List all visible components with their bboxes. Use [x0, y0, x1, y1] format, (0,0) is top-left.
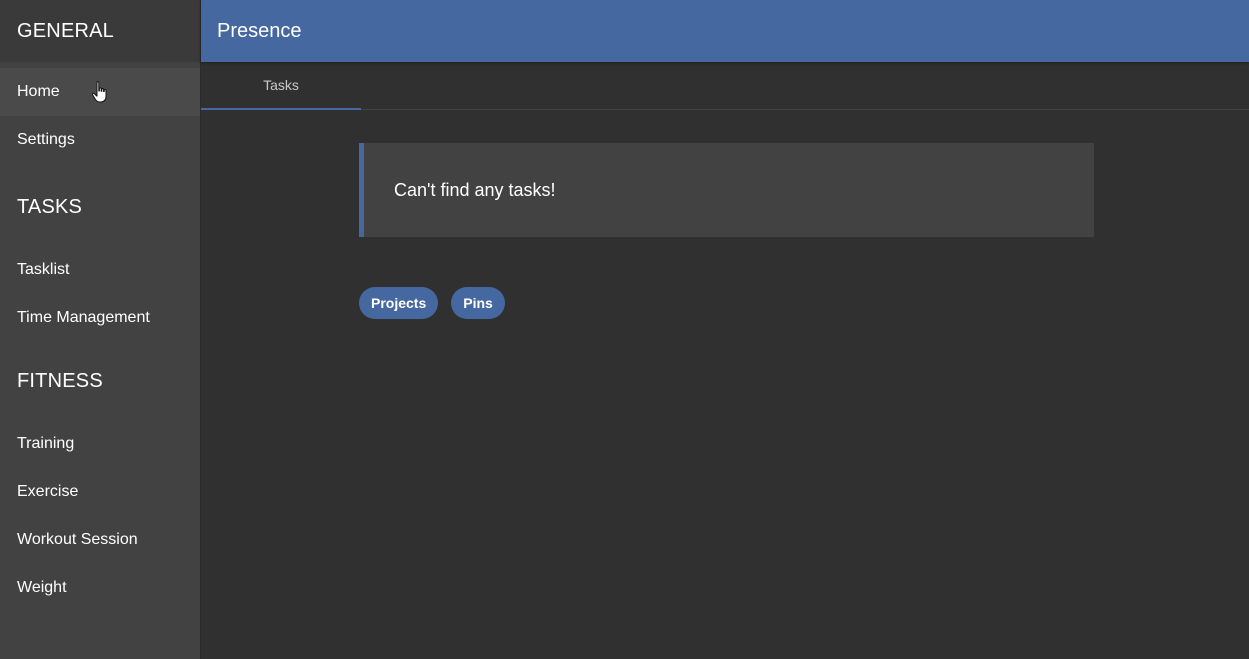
- sidebar-section-tasks: TASKS: [0, 168, 200, 246]
- main-content: Presence Tasks Can't find any tasks! Pro…: [201, 0, 1249, 659]
- sidebar-item-weight[interactable]: Weight: [0, 564, 200, 612]
- sidebar-item-workout-session[interactable]: Workout Session: [0, 516, 200, 564]
- chip-row: Projects Pins: [359, 287, 505, 319]
- section-title-fitness: FITNESS: [17, 369, 103, 392]
- sidebar-item-settings[interactable]: Settings: [0, 116, 200, 164]
- sidebar-item-label: Exercise: [17, 483, 79, 500]
- tab-label: Tasks: [263, 77, 299, 93]
- empty-state-card: Can't find any tasks!: [359, 143, 1094, 237]
- sidebar-item-label: Time Management: [17, 309, 150, 326]
- chip-label: Projects: [371, 295, 427, 311]
- empty-state-message: Can't find any tasks!: [394, 179, 556, 200]
- sidebar-section-general: GENERAL: [0, 0, 200, 62]
- hand-pointer-icon: [91, 81, 107, 103]
- section-title-tasks: TASKS: [17, 195, 83, 218]
- projects-chip[interactable]: Projects: [359, 287, 439, 319]
- tab-bar: Tasks: [201, 62, 1249, 110]
- page-title: Presence: [217, 19, 302, 42]
- sidebar-item-label: Weight: [17, 579, 67, 596]
- sidebar-item-label: Tasklist: [17, 261, 70, 278]
- sidebar-item-time-management[interactable]: Time Management: [0, 294, 200, 342]
- sidebar-item-label: Settings: [17, 131, 75, 148]
- chip-label: Pins: [463, 295, 493, 311]
- sidebar: GENERAL Home Settings TASKS Tasklist Tim…: [0, 0, 201, 659]
- section-title-general: GENERAL: [17, 19, 114, 42]
- sidebar-item-label: Training: [17, 435, 75, 452]
- app-bar: Presence: [201, 0, 1249, 62]
- sidebar-item-label: Workout Session: [17, 531, 138, 548]
- sidebar-item-exercise[interactable]: Exercise: [0, 468, 200, 516]
- app-root: GENERAL Home Settings TASKS Tasklist Tim…: [0, 0, 1249, 659]
- sidebar-item-label: Home: [17, 83, 60, 100]
- sidebar-item-tasklist[interactable]: Tasklist: [0, 246, 200, 294]
- tab-tasks[interactable]: Tasks: [201, 62, 361, 110]
- sidebar-item-training[interactable]: Training: [0, 420, 200, 468]
- pins-chip[interactable]: Pins: [451, 287, 505, 319]
- sidebar-section-fitness: FITNESS: [0, 342, 200, 420]
